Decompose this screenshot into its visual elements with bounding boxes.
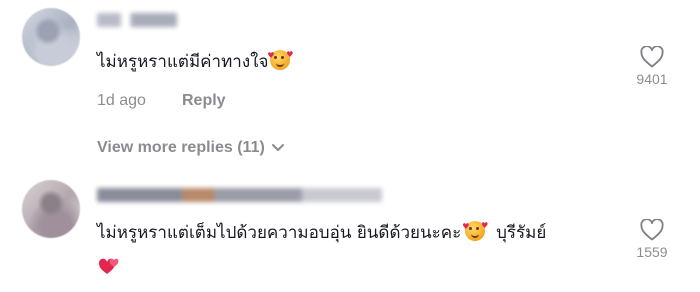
like-button[interactable]: 9401 xyxy=(622,46,682,87)
view-more-replies-button[interactable]: View more replies (11) xyxy=(97,139,285,157)
view-more-replies-label: View more replies (11) xyxy=(97,139,265,156)
comment-text: ไม่หรูหราแต่มีค่าทางใจ ♥ ♥ xyxy=(97,50,293,74)
comment-item: ไม่หรูหราแต่มีค่าทางใจ ♥ ♥ 1d ago Reply 94… xyxy=(0,0,700,130)
reply-button[interactable]: Reply xyxy=(182,92,226,110)
heart-outline-icon xyxy=(640,46,664,68)
avatar[interactable] xyxy=(22,180,80,238)
comment-timestamp: 1d ago xyxy=(97,92,146,109)
comment-text: ไม่หรูหราแต่เต็มไปด้วยความอบอุ่น ยินดีด้… xyxy=(97,221,546,245)
heart-outline-icon xyxy=(640,219,664,241)
like-button[interactable]: 1559 xyxy=(622,219,682,260)
comment-text-label: ไม่หรูหราแต่เต็มไปด้วยความอบอุ่น ยินดีด้… xyxy=(97,223,462,243)
smiling-face-with-hearts-icon: ♥ ♥ xyxy=(267,50,293,70)
username-blurred[interactable] xyxy=(97,13,177,27)
smiling-face-with-hearts-icon: ♥ ♥ xyxy=(462,221,488,241)
like-count: 1559 xyxy=(636,244,668,260)
username-blurred[interactable] xyxy=(97,188,382,202)
two-hearts-icon xyxy=(98,258,119,274)
comment-text-label: ไม่หรูหราแต่มีค่าทางใจ xyxy=(97,52,269,72)
like-count: 9401 xyxy=(636,71,668,87)
chevron-down-icon xyxy=(271,143,284,151)
avatar[interactable] xyxy=(22,8,80,66)
comment-text-suffix: บุรีรัมย์ xyxy=(496,223,547,243)
